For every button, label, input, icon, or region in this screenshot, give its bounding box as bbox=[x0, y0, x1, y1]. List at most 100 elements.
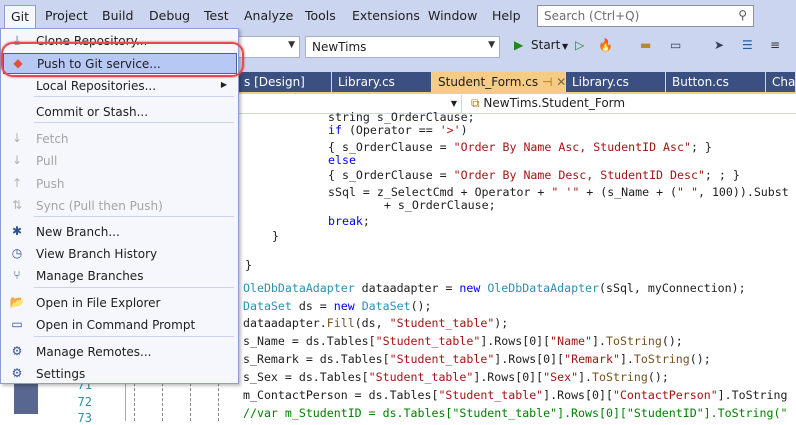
menu-item-label: Open in File Explorer bbox=[36, 296, 161, 310]
code-line: + s_OrderClause; bbox=[356, 197, 496, 213]
code-token: ds = bbox=[291, 299, 334, 313]
folder-search-icon[interactable]: ▬ bbox=[640, 38, 651, 52]
code-token: m_ContactPerson = ds.Tables[ bbox=[243, 388, 439, 402]
line-number: 73 bbox=[77, 411, 92, 425]
menu-analyze[interactable]: Analyze bbox=[244, 8, 293, 23]
class-nav-dropdown[interactable]: ⧉ NewTims.Student_Form bbox=[467, 95, 796, 113]
tab-library[interactable]: Library.cs bbox=[332, 72, 432, 93]
close-icon[interactable]: ✕ bbox=[556, 75, 565, 89]
menu-project[interactable]: Project bbox=[45, 8, 88, 23]
code-token: (); bbox=[647, 370, 669, 384]
menu-tools[interactable]: Tools bbox=[305, 8, 336, 23]
menu-build[interactable]: Build bbox=[102, 8, 133, 23]
code-token: ].Rows[0][ bbox=[480, 334, 551, 348]
branches-icon: ⑂ bbox=[13, 268, 21, 282]
code-token: "Student_table" bbox=[389, 316, 495, 330]
code-token: ].Rows[0][ bbox=[543, 388, 613, 402]
code-token: "ContactPerson" bbox=[612, 388, 718, 402]
start-without-debugging-icon[interactable]: ▷ bbox=[575, 38, 584, 52]
pointer-icon[interactable]: ➤ bbox=[714, 38, 724, 52]
code-token: (sSql, myConnection); bbox=[599, 281, 746, 295]
search-placeholder: Search (Ctrl+Q) bbox=[544, 9, 640, 23]
menu-window[interactable]: Window bbox=[428, 8, 477, 23]
search-input[interactable]: Search (Ctrl+Q) ⚲ bbox=[537, 5, 754, 27]
code-line: } bbox=[245, 257, 252, 273]
code-line: s_Sex = ds.Tables["Student_table"].Rows[… bbox=[243, 369, 669, 385]
config-combo[interactable]: ▼ bbox=[238, 36, 300, 58]
format-icon[interactable]: ≡ bbox=[770, 38, 780, 52]
code-token: Fill bbox=[326, 316, 355, 330]
code-token: ToString bbox=[592, 370, 648, 384]
code-token: //var m_StudentID = ds.Tables["Student_t… bbox=[243, 406, 788, 420]
menu-item-label: Pull bbox=[36, 154, 58, 168]
menu-debug[interactable]: Debug bbox=[149, 8, 190, 23]
code-token: "Order By Name Asc, StudentID Asc" bbox=[453, 140, 691, 154]
code-token: ) bbox=[460, 123, 468, 137]
chevron-down-icon: ▼ bbox=[288, 40, 295, 50]
menu-item-fetch: ↓ Fetch bbox=[3, 129, 237, 150]
menu-item-label: Fetch bbox=[36, 132, 69, 146]
menu-test[interactable]: Test bbox=[204, 8, 229, 23]
code-line: break; bbox=[328, 213, 370, 229]
code-line: DataSet ds = new DataSet(); bbox=[243, 298, 432, 314]
hot-reload-icon[interactable]: 🔥 bbox=[598, 38, 613, 52]
tab-label: Student_Form.cs bbox=[438, 75, 539, 89]
menu-item-open-in-command-prompt[interactable]: ▭ Open in Command Prompt bbox=[3, 315, 237, 336]
code-line: s_Remark = ds.Tables["Student_table"].Ro… bbox=[243, 351, 711, 367]
menu-extensions[interactable]: Extensions bbox=[352, 8, 420, 23]
code-token: "Student_table" bbox=[389, 352, 495, 366]
code-token: "Sex" bbox=[543, 370, 579, 384]
tab-library-2[interactable]: Library.cs bbox=[566, 72, 666, 93]
menu-item-open-in-file-explorer[interactable]: 📂 Open in File Explorer bbox=[3, 293, 237, 314]
folder-icon: 📂 bbox=[9, 295, 25, 309]
code-token: ].ToString bbox=[717, 388, 788, 402]
menu-item-manage-remotes[interactable]: ⚙ Manage Remotes... bbox=[3, 342, 237, 363]
code-token: { s_OrderClause = bbox=[328, 168, 454, 182]
code-token: ]. bbox=[578, 370, 593, 384]
code-line: else bbox=[328, 152, 356, 168]
menu-item-settings[interactable]: ⚙ Settings bbox=[3, 364, 237, 385]
tab-student-form[interactable]: Student_Form.cs ⊣ ✕ bbox=[432, 72, 566, 93]
gear-icon: ⚙ bbox=[11, 344, 23, 358]
pull-icon: ↓ bbox=[11, 153, 23, 167]
start-dropdown-icon[interactable]: ▼ bbox=[562, 42, 568, 51]
menu-separator bbox=[34, 336, 234, 337]
menu-item-label: Sync (Pull then Push) bbox=[36, 199, 163, 213]
terminal-icon: ▭ bbox=[11, 317, 23, 331]
code-token: " " bbox=[677, 185, 698, 199]
menu-item-local-repositories[interactable]: Local Repositories... ▶ bbox=[3, 76, 237, 97]
menu-item-push: ↑ Push bbox=[3, 174, 237, 195]
menu-item-new-branch[interactable]: ✱ New Branch... bbox=[3, 222, 237, 243]
code-token: ToString bbox=[606, 334, 662, 348]
code-token: } bbox=[245, 258, 252, 272]
start-button[interactable]: Start bbox=[531, 38, 560, 52]
project-combo[interactable]: NewTims ▼ bbox=[305, 36, 500, 58]
chevron-down-icon: ▼ bbox=[488, 40, 495, 50]
menu-git[interactable]: Git bbox=[4, 5, 37, 29]
code-token: new bbox=[459, 281, 481, 295]
tab-button[interactable]: Button.cs bbox=[666, 72, 766, 93]
code-token: ); bbox=[494, 316, 509, 330]
code-token: new bbox=[333, 299, 355, 313]
menu-help[interactable]: Help bbox=[492, 8, 521, 23]
menu-item-view-branch-history[interactable]: ◷ View Branch History bbox=[3, 244, 237, 265]
code-token: (Operator == bbox=[341, 123, 440, 137]
menu-item-label: Commit or Stash... bbox=[36, 105, 149, 119]
menu-item-label: Settings bbox=[36, 367, 86, 381]
class-path: NewTims.Student_Form bbox=[483, 96, 626, 110]
menu-item-label: Manage Branches bbox=[36, 269, 144, 283]
menu-item-manage-branches[interactable]: ⑂ Manage Branches bbox=[3, 266, 237, 287]
menu-item-label: Local Repositories... bbox=[36, 79, 157, 93]
list-icon[interactable]: ☰ bbox=[742, 38, 753, 52]
highlight-annotation bbox=[1, 42, 244, 77]
menu-item-label: Manage Remotes... bbox=[36, 345, 152, 359]
code-token: OleDbDataAdapter bbox=[487, 281, 600, 295]
tab-overflow[interactable]: Cha bbox=[766, 72, 796, 93]
tab-design[interactable]: s [Design] bbox=[238, 72, 332, 93]
window-icon[interactable]: ▭ bbox=[670, 38, 681, 52]
menu-item-label: Open in Command Prompt bbox=[36, 318, 196, 332]
menu-item-commit-or-stash[interactable]: Commit or Stash... bbox=[3, 102, 237, 123]
pin-icon[interactable]: ⊣ bbox=[542, 75, 552, 89]
code-token: break bbox=[328, 214, 363, 228]
